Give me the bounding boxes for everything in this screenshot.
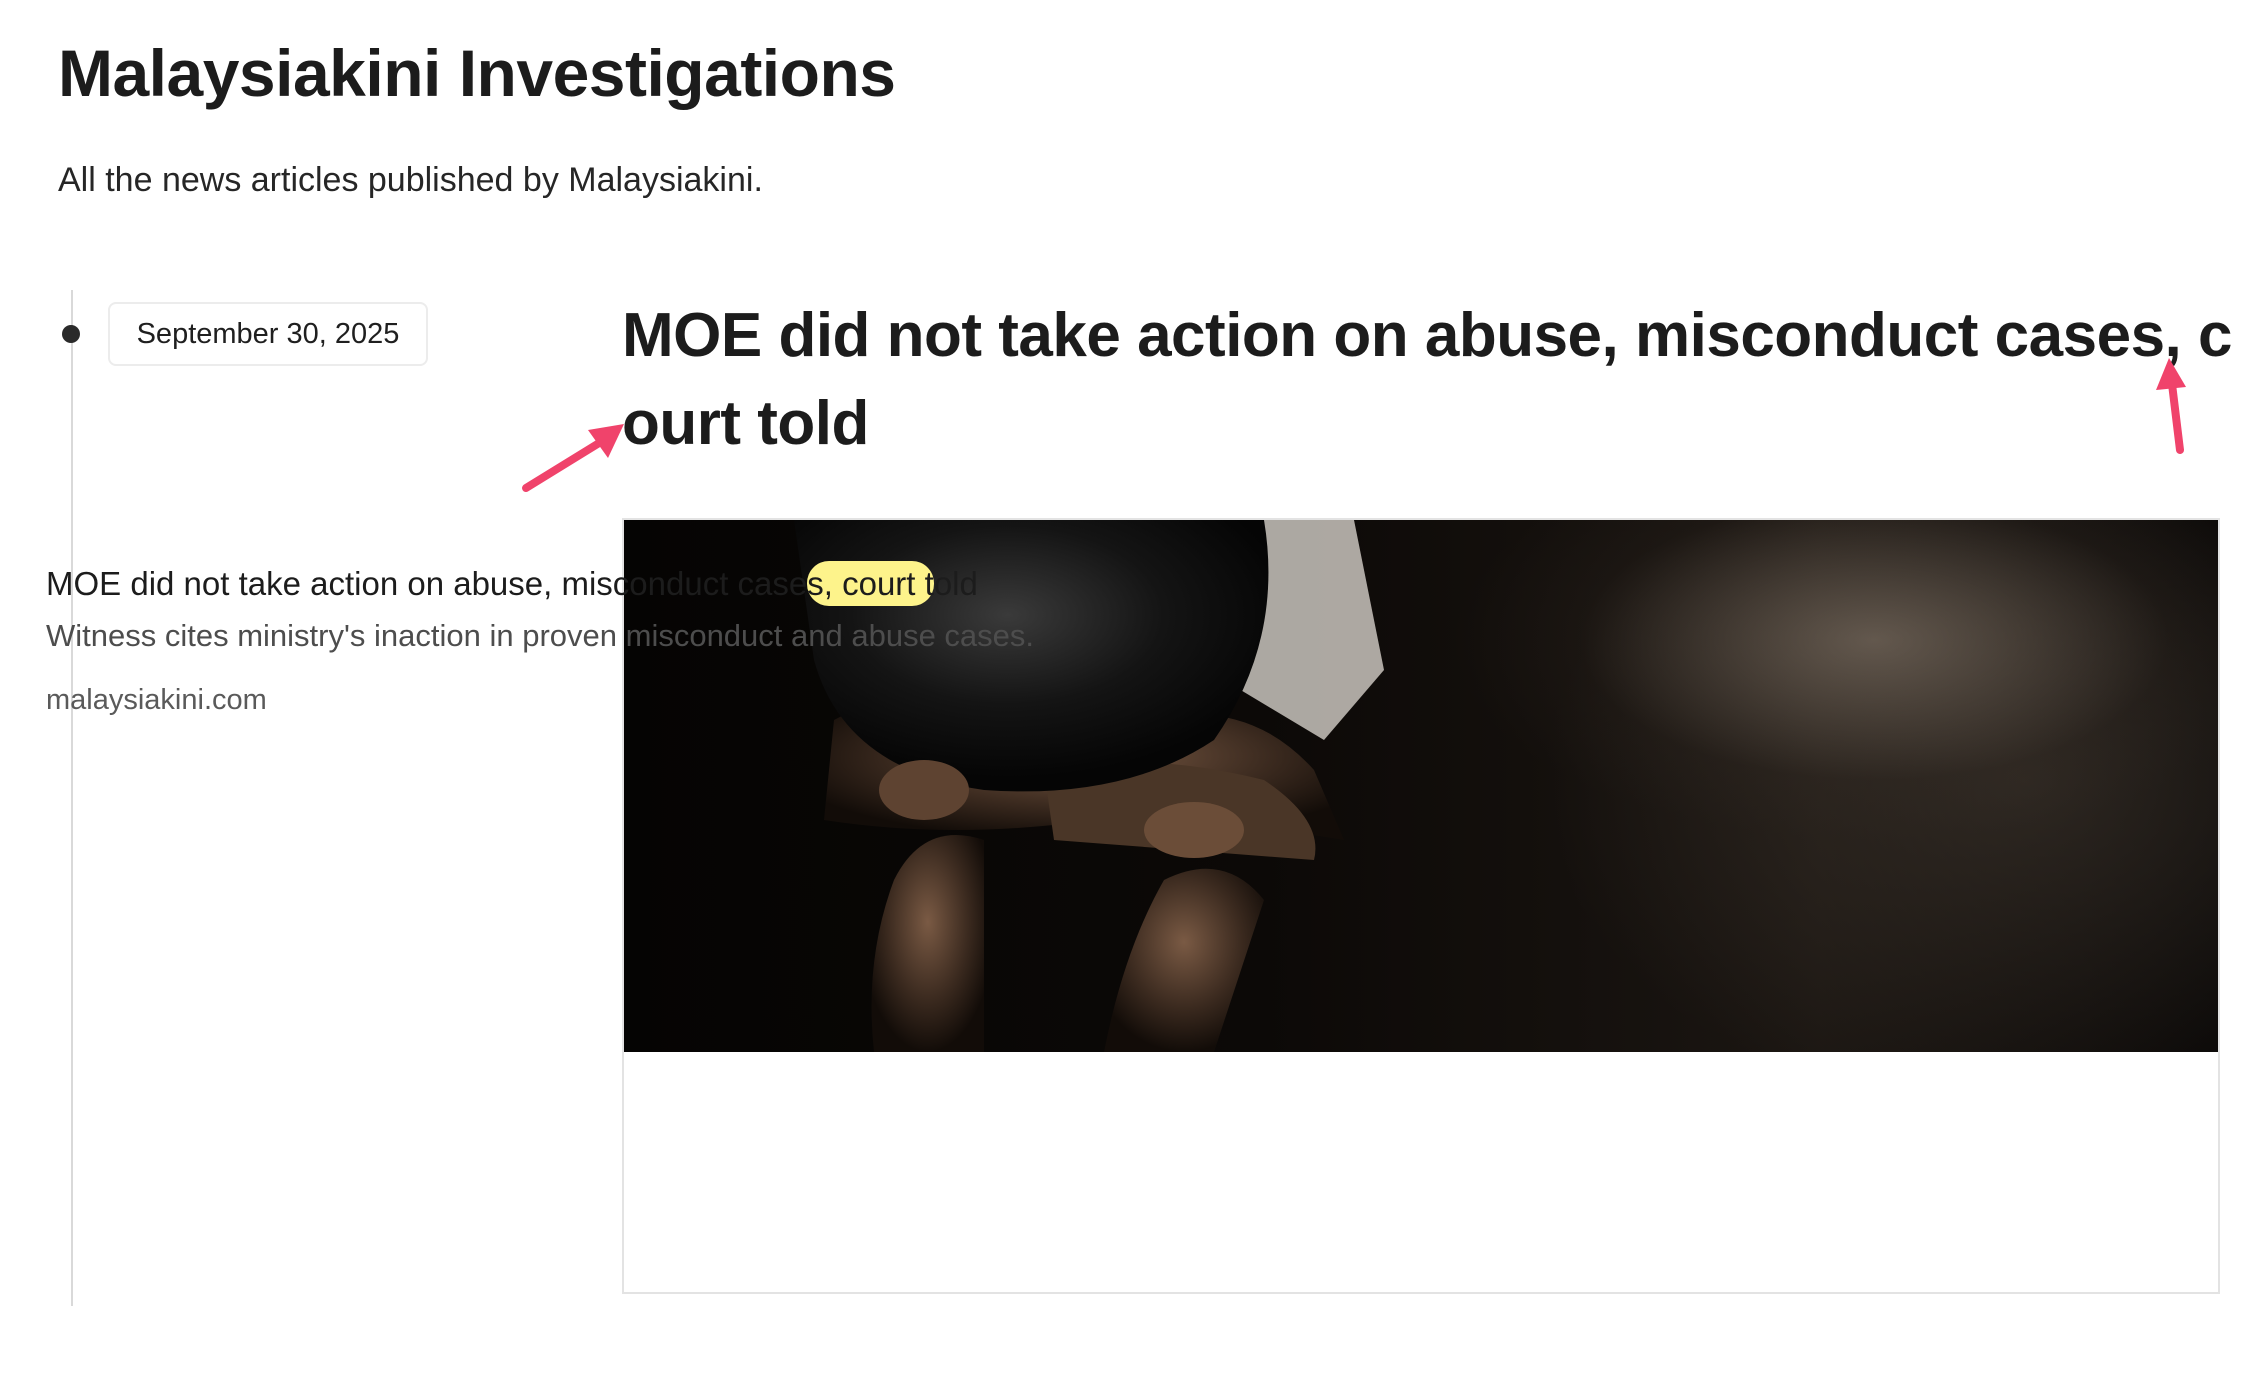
entry-title[interactable]: MOE did not take action on abuse, miscon… bbox=[622, 292, 2233, 468]
card-body bbox=[624, 1052, 2218, 1292]
card-domain[interactable]: malaysiakini.com bbox=[46, 680, 267, 720]
card-title-text-end: old bbox=[933, 565, 978, 602]
timeline-line bbox=[71, 290, 73, 1306]
entry-title-line-2: ourt told bbox=[622, 389, 869, 458]
page-title: Malaysiakini Investigations bbox=[58, 36, 896, 110]
card-description: Witness cites ministry's inaction in pro… bbox=[46, 618, 1035, 653]
entry-title-line-1: MOE did not take action on abuse, miscon… bbox=[622, 301, 2233, 370]
entry-date-badge: September 30, 2025 bbox=[108, 302, 428, 366]
page: Malaysiakini Investigations All the news… bbox=[0, 0, 2262, 1374]
annotation-arrow-right bbox=[2156, 358, 2186, 454]
annotation-arrow-left bbox=[522, 424, 624, 492]
card-title-text: MOE did not take action on abuse, miscon… bbox=[46, 565, 808, 602]
card-title[interactable]: MOE did not take action on abuse, miscon… bbox=[46, 560, 978, 608]
page-description: All the news articles published by Malay… bbox=[58, 161, 763, 199]
timeline-dot bbox=[62, 325, 80, 343]
card-title-highlight: s, court t bbox=[807, 561, 934, 606]
